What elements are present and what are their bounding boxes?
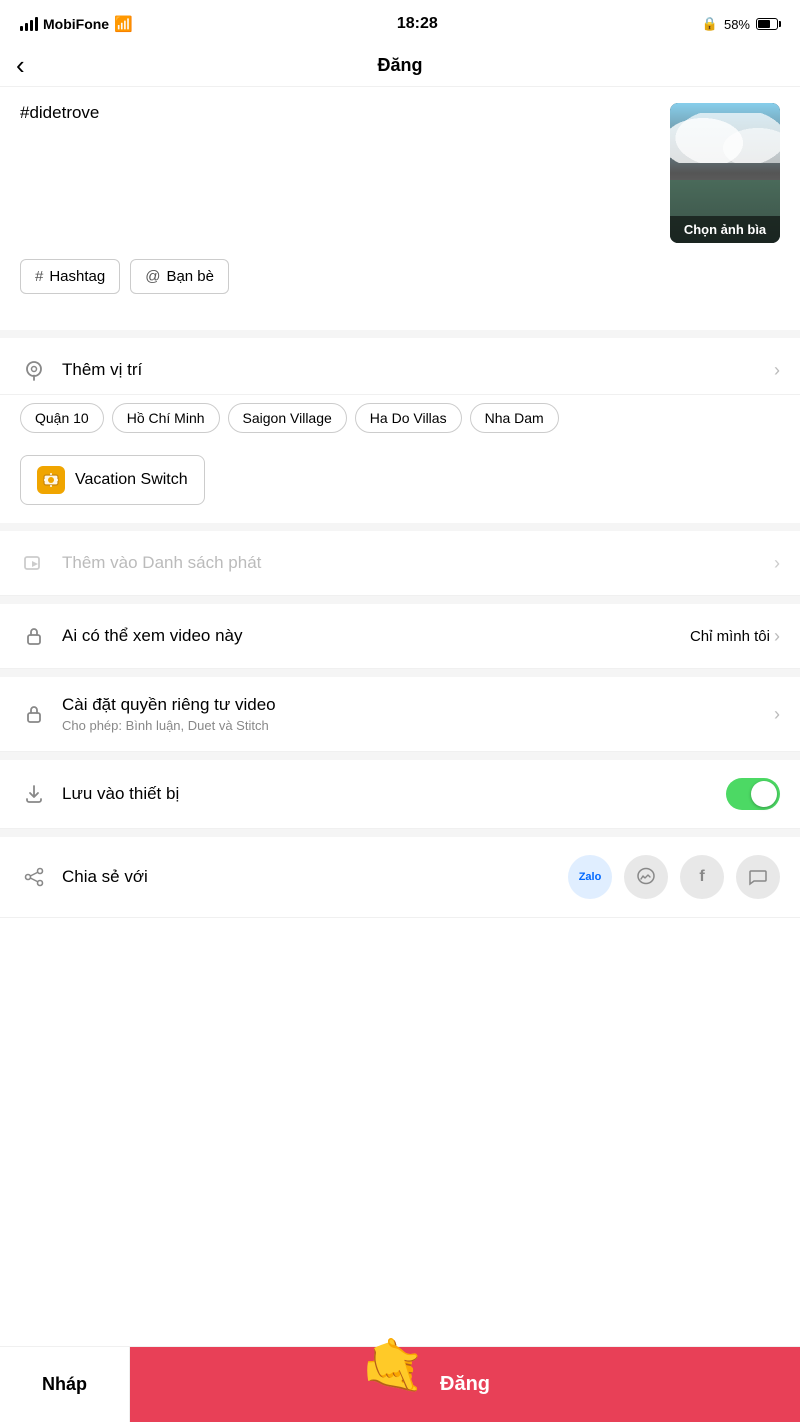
page-title: Đăng (378, 55, 423, 76)
section-divider-1 (0, 330, 800, 338)
hashtag-button[interactable]: # Hashtag (20, 259, 120, 294)
playlist-right: › (774, 553, 780, 574)
chevron-right-icon: › (774, 360, 780, 381)
vacation-switch-label: Vacation Switch (75, 471, 188, 489)
section-divider-3 (0, 596, 800, 604)
caption-text[interactable]: #didetrove (20, 103, 670, 183)
privacy-value: Chỉ mình tôi (690, 628, 770, 645)
playlist-content: Thêm vào Danh sách phát (62, 553, 774, 573)
facebook-button[interactable]: f (680, 855, 724, 899)
battery-label: 58% (724, 17, 750, 32)
section-divider-4 (0, 669, 800, 677)
playlist-title: Thêm vào Danh sách phát (62, 553, 774, 573)
content-area: #didetrove Chọn ảnh bìa # Hashtag @ Bạn … (0, 87, 800, 330)
privacy-settings-chevron-icon: › (774, 704, 780, 725)
mention-label: Bạn bè (166, 268, 214, 285)
playlist-row[interactable]: Thêm vào Danh sách phát › (0, 531, 800, 596)
hash-icon: # (35, 268, 43, 285)
privacy-content: Ai có thể xem video này (62, 626, 690, 646)
carrier-label: MobiFone (43, 16, 109, 32)
message-button[interactable] (736, 855, 780, 899)
location-chips: Quận 10 Hồ Chí Minh Saigon Village Ha Do… (0, 395, 800, 445)
draft-button[interactable]: Nháp (0, 1347, 130, 1422)
privacy-icon (20, 622, 48, 650)
location-content: Thêm vị trí (62, 360, 774, 380)
status-right: 🔒 58% (702, 16, 780, 32)
post-button-label: Đăng (440, 1373, 490, 1396)
zalo-button[interactable]: Zalo (568, 855, 612, 899)
messenger-button[interactable] (624, 855, 668, 899)
nav-bar: ‹ Đăng (0, 44, 800, 87)
share-icon (20, 863, 48, 891)
location-row[interactable]: Thêm vị trí › (0, 338, 800, 395)
section-divider-6 (0, 829, 800, 837)
vacation-switch-button[interactable]: Vacation Switch (20, 455, 205, 505)
chip-quan10[interactable]: Quận 10 (20, 403, 104, 433)
post-button[interactable]: Đăng (130, 1347, 800, 1422)
section-divider-2 (0, 523, 800, 531)
hashtag-label: Hashtag (49, 268, 105, 285)
playlist-icon (20, 549, 48, 577)
save-device-content: Lưu vào thiết bị (62, 784, 726, 804)
share-icons: Zalo f (568, 855, 780, 899)
mention-button[interactable]: @ Bạn bè (130, 259, 229, 294)
privacy-settings-right: › (774, 704, 780, 725)
privacy-row[interactable]: Ai có thể xem video này Chỉ mình tôi › (0, 604, 800, 669)
save-device-row[interactable]: Lưu vào thiết bị (0, 760, 800, 829)
location-title: Thêm vị trí (62, 360, 774, 380)
cover-selector[interactable]: Chọn ảnh bìa (670, 103, 780, 243)
share-content: Chia sẻ với (62, 867, 568, 887)
chip-hcm[interactable]: Hồ Chí Minh (112, 403, 220, 433)
caption-area: #didetrove Chọn ảnh bìa (20, 103, 780, 243)
chip-hado[interactable]: Ha Do Villas (355, 403, 462, 433)
privacy-right: Chỉ mình tôi › (690, 626, 780, 647)
chip-saigon[interactable]: Saigon Village (228, 403, 347, 433)
save-device-right (726, 778, 780, 810)
vacation-icon (37, 466, 65, 494)
at-icon: @ (145, 268, 160, 285)
share-row: Chia sẻ với Zalo f (0, 837, 800, 918)
lock-icon: 🔒 (702, 16, 718, 32)
tag-buttons: # Hashtag @ Bạn bè (20, 259, 780, 294)
save-device-icon (20, 780, 48, 808)
privacy-settings-title: Cài đặt quyền riêng tư video (62, 695, 774, 715)
bottom-spacer (0, 918, 800, 998)
save-device-title: Lưu vào thiết bị (62, 784, 726, 804)
playlist-chevron-icon: › (774, 553, 780, 574)
privacy-settings-row[interactable]: Cài đặt quyền riêng tư video Cho phép: B… (0, 677, 800, 752)
privacy-settings-content: Cài đặt quyền riêng tư video Cho phép: B… (62, 695, 774, 733)
bottom-action-bar: Nháp Đăng (0, 1346, 800, 1422)
privacy-settings-subtitle: Cho phép: Bình luận, Duet và Stitch (62, 718, 774, 733)
status-left: MobiFone 📶 (20, 15, 133, 33)
section-divider-5 (0, 752, 800, 760)
share-title: Chia sẻ với (62, 867, 568, 887)
cover-clouds (670, 113, 780, 163)
privacy-title: Ai có thể xem video này (62, 626, 690, 646)
back-button[interactable]: ‹ (16, 52, 25, 78)
save-device-toggle[interactable] (726, 778, 780, 810)
location-icon (20, 356, 48, 384)
vacation-switch-row: Vacation Switch (0, 445, 800, 523)
toggle-knob (751, 781, 777, 807)
location-right: › (774, 360, 780, 381)
cover-label: Chọn ảnh bìa (670, 216, 780, 243)
wifi-icon: 📶 (114, 15, 133, 33)
status-time: 18:28 (397, 15, 438, 33)
battery-icon (756, 18, 780, 30)
share-platforms: Zalo f (568, 855, 780, 899)
privacy-chevron-icon: › (774, 626, 780, 647)
signal-icon (20, 17, 38, 31)
chip-nha[interactable]: Nha Dam (470, 403, 559, 433)
status-bar: MobiFone 📶 18:28 🔒 58% (0, 0, 800, 44)
privacy-settings-icon (20, 700, 48, 728)
